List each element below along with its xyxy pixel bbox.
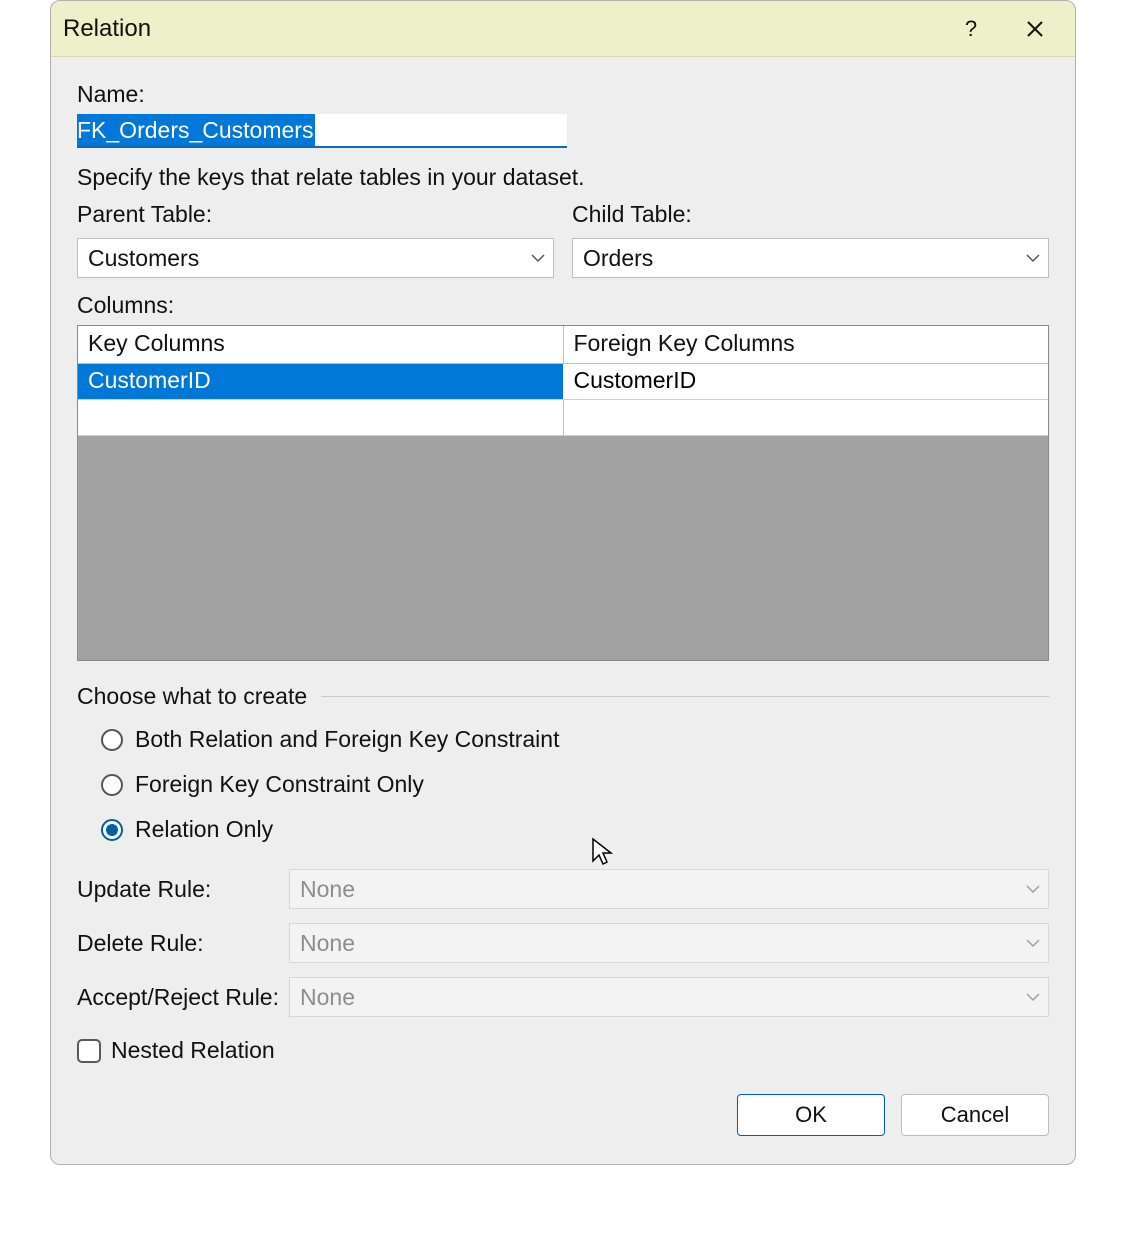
checkbox-icon	[77, 1039, 101, 1063]
grid-header: Key Columns Foreign Key Columns	[78, 326, 1048, 364]
grid-header-key: Key Columns	[78, 326, 564, 364]
name-input[interactable]: FK_Orders_Customers	[77, 114, 315, 146]
parent-table-value: Customers	[88, 245, 199, 272]
chevron-down-icon	[1026, 992, 1040, 1002]
cancel-button[interactable]: Cancel	[901, 1094, 1049, 1136]
chevron-down-icon	[1026, 884, 1040, 894]
nested-relation-label: Nested Relation	[111, 1037, 275, 1064]
close-icon	[1026, 20, 1044, 38]
accept-rule-combo: None	[289, 977, 1049, 1017]
help-button[interactable]: ?	[943, 9, 999, 49]
radio-relation-only-label: Relation Only	[135, 816, 273, 843]
update-rule-value: None	[300, 876, 355, 903]
subtext: Specify the keys that relate tables in y…	[77, 164, 1049, 191]
radio-fk-only[interactable]: Foreign Key Constraint Only	[101, 771, 1049, 798]
child-table-value: Orders	[583, 245, 653, 272]
radio-both-label: Both Relation and Foreign Key Constraint	[135, 726, 559, 753]
grid-row-empty[interactable]	[78, 400, 1048, 436]
radio-icon	[101, 729, 123, 751]
child-table-label: Child Table:	[572, 201, 1049, 228]
ok-button[interactable]: OK	[737, 1094, 885, 1136]
accept-rule-label: Accept/Reject Rule:	[77, 984, 283, 1011]
radio-fk-only-label: Foreign Key Constraint Only	[135, 771, 424, 798]
child-table-combo[interactable]: Orders	[572, 238, 1049, 278]
radio-relation-only[interactable]: Relation Only	[101, 816, 1049, 843]
chevron-down-icon	[1026, 938, 1040, 948]
radio-icon	[101, 819, 123, 841]
grid-row[interactable]: CustomerID CustomerID	[78, 364, 1048, 400]
grid-cell-key[interactable]: CustomerID	[78, 364, 564, 399]
grid-cell-empty[interactable]	[564, 400, 1049, 435]
close-button[interactable]	[1007, 9, 1063, 49]
nested-relation-checkbox[interactable]: Nested Relation	[77, 1037, 1049, 1064]
name-input-wrap: FK_Orders_Customers	[77, 114, 567, 148]
cancel-button-label: Cancel	[941, 1102, 1009, 1128]
help-icon: ?	[965, 16, 977, 42]
delete-rule-value: None	[300, 930, 355, 957]
delete-rule-label: Delete Rule:	[77, 930, 283, 957]
accept-rule-value: None	[300, 984, 355, 1011]
delete-rule-combo: None	[289, 923, 1049, 963]
update-rule-label: Update Rule:	[77, 876, 283, 903]
radio-icon	[101, 774, 123, 796]
chevron-down-icon	[531, 253, 545, 263]
columns-grid[interactable]: Key Columns Foreign Key Columns Customer…	[77, 325, 1049, 661]
ok-button-label: OK	[795, 1102, 827, 1128]
chevron-down-icon	[1026, 253, 1040, 263]
update-rule-combo: None	[289, 869, 1049, 909]
radio-group: Both Relation and Foreign Key Constraint…	[101, 726, 1049, 843]
grid-cell-empty[interactable]	[78, 400, 564, 435]
radio-both[interactable]: Both Relation and Foreign Key Constraint	[101, 726, 1049, 753]
grid-cell-fk[interactable]: CustomerID	[564, 364, 1049, 399]
dialog-content: Name: FK_Orders_Customers Specify the ke…	[51, 57, 1075, 1164]
parent-table-combo[interactable]: Customers	[77, 238, 554, 278]
create-group: Choose what to create Both Relation and …	[77, 683, 1049, 843]
parent-table-label: Parent Table:	[77, 201, 554, 228]
name-label: Name:	[77, 81, 1049, 108]
group-title: Choose what to create	[77, 683, 307, 710]
grid-header-fk: Foreign Key Columns	[564, 326, 1049, 364]
relation-dialog: Relation ? Name: FK_Orders_Customers Spe…	[50, 0, 1076, 1165]
columns-label: Columns:	[77, 292, 1049, 319]
group-divider	[321, 696, 1049, 697]
titlebar: Relation ?	[51, 1, 1075, 57]
dialog-title: Relation	[63, 15, 943, 43]
